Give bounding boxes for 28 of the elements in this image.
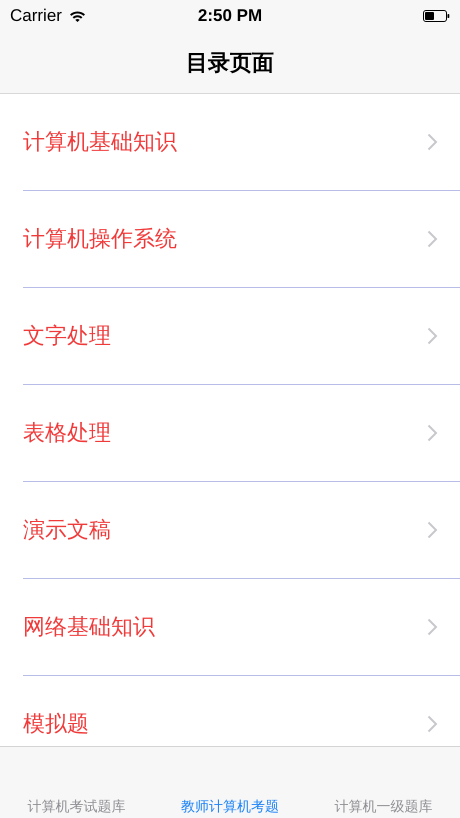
status-time: 2:50 PM xyxy=(198,6,262,26)
chevron-icon xyxy=(427,424,438,442)
tab[interactable]: 教师计算机考题 xyxy=(176,798,283,816)
row-label: 表格处理 xyxy=(23,419,111,447)
list-row[interactable]: 网络基础知识 xyxy=(23,579,460,676)
row-label: 文字处理 xyxy=(23,322,111,350)
row-label: 模拟题 xyxy=(23,710,89,738)
list-row[interactable]: 演示文稿 xyxy=(23,482,460,579)
row-label: 网络基础知识 xyxy=(23,613,155,641)
chevron-icon xyxy=(427,618,438,636)
carrier-label: Carrier xyxy=(10,6,62,26)
tab[interactable]: 计算机考试题库 xyxy=(24,798,130,816)
battery-icon xyxy=(423,10,450,22)
list-row[interactable]: 表格处理 xyxy=(23,385,460,482)
row-label: 计算机基础知识 xyxy=(23,128,177,156)
chevron-icon xyxy=(427,133,438,151)
row-label: 计算机操作系统 xyxy=(23,225,177,253)
list-row[interactable]: 文字处理 xyxy=(23,288,460,385)
list-row[interactable]: 计算机操作系统 xyxy=(23,191,460,288)
tab[interactable]: 计算机一级题库 xyxy=(330,798,436,816)
chevron-icon xyxy=(427,521,438,539)
wifi-icon xyxy=(68,10,86,22)
chevron-icon xyxy=(427,327,438,345)
chevron-icon xyxy=(427,230,438,248)
page-title: 目录页面 xyxy=(186,48,274,76)
chevron-icon xyxy=(427,715,438,733)
row-label: 演示文稿 xyxy=(23,516,111,544)
list-row[interactable]: 计算机基础知识 xyxy=(23,94,460,191)
